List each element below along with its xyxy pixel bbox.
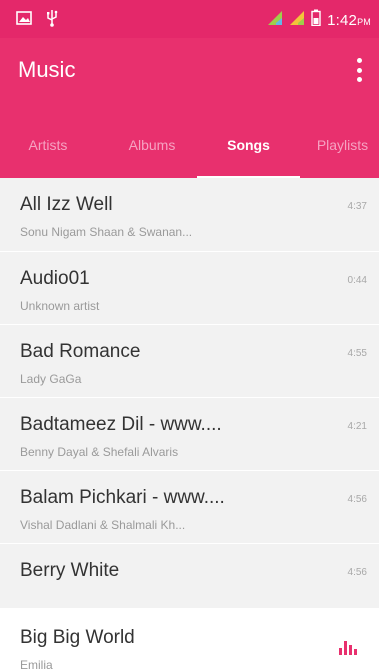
now-playing-item[interactable]: Big Big World Emilia	[0, 608, 379, 671]
tab-artists[interactable]: Artists	[18, 122, 78, 172]
signal-icon-sim2	[289, 10, 305, 31]
equalizer-icon	[339, 641, 357, 655]
list-item[interactable]: Berry White 4:56	[0, 543, 379, 608]
list-item[interactable]: Bad Romance Lady GaGa 4:55	[0, 324, 379, 395]
song-duration: 4:56	[347, 494, 367, 505]
song-artist: Unknown artist	[20, 299, 100, 313]
song-title: Balam Pichkari - www....	[20, 487, 225, 508]
page-title: Music	[18, 57, 76, 82]
song-list[interactable]: All Izz Well Sonu Nigam Shaan & Swanan..…	[0, 178, 379, 608]
song-duration: 0:44	[347, 275, 367, 286]
list-item[interactable]: Balam Pichkari - www.... Vishal Dadlani …	[0, 470, 379, 541]
song-title: All Izz Well	[20, 194, 113, 215]
tab-bar: Artists Albums Songs Playlists	[0, 122, 379, 180]
song-duration: 4:55	[347, 348, 367, 359]
tab-playlists[interactable]: Playlists	[306, 122, 379, 172]
song-title: Badtameez Dil - www....	[20, 414, 222, 435]
now-playing-title: Big Big World	[20, 627, 135, 648]
song-artist: Vishal Dadlani & Shalmali Kh...	[20, 518, 186, 532]
music-app-screen: 1:42PM Music Artists Albums Songs Playli…	[0, 0, 379, 671]
tab-albums[interactable]: Albums	[116, 122, 188, 172]
overflow-menu-icon[interactable]	[351, 58, 367, 82]
song-title: Berry White	[20, 560, 120, 581]
song-artist: Benny Dayal & Shefali Alvaris	[20, 445, 179, 459]
tab-songs[interactable]: Songs	[197, 122, 300, 172]
list-item[interactable]: Badtameez Dil - www.... Benny Dayal & Sh…	[0, 397, 379, 468]
status-bar-notifications	[16, 9, 58, 32]
song-title: Audio01	[20, 268, 90, 289]
battery-icon	[311, 9, 321, 31]
status-time: 1:42PM	[327, 11, 371, 29]
song-duration: 4:21	[347, 421, 367, 432]
status-bar: 1:42PM	[0, 0, 379, 38]
song-duration: 4:56	[347, 567, 367, 578]
song-artist: Lady GaGa	[20, 372, 82, 386]
song-title: Bad Romance	[20, 341, 141, 362]
song-artist: Sonu Nigam Shaan & Swanan...	[20, 225, 193, 239]
image-icon	[16, 11, 32, 30]
song-duration: 4:37	[347, 201, 367, 212]
list-item[interactable]: Audio01 Unknown artist 0:44	[0, 251, 379, 322]
usb-icon	[46, 9, 58, 32]
signal-icon-sim1	[267, 10, 283, 31]
list-item[interactable]: All Izz Well Sonu Nigam Shaan & Swanan..…	[0, 178, 379, 248]
now-playing-artist: Emilia	[20, 658, 53, 671]
app-header: 1:42PM Music Artists Albums Songs Playli…	[0, 0, 379, 180]
status-bar-system: 1:42PM	[267, 9, 371, 31]
